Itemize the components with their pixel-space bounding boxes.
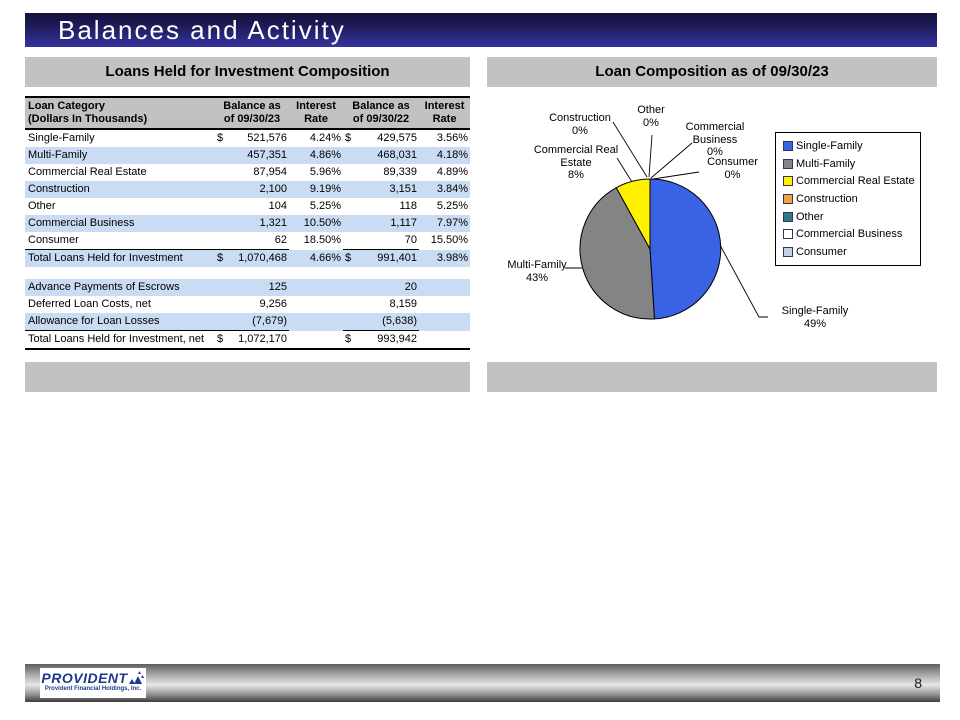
table-row: Multi-Family 457,351 4.86% 468,031 4.18% [25,147,471,164]
legend-item: Consumer [783,246,916,258]
table-row: Other 104 5.25% 118 5.25% [28,200,469,212]
legend-label: Other [796,210,824,223]
legend-item: Multi-Family [783,158,916,170]
pie-label-multi-family: Multi-Family 43% [507,259,567,284]
legend-item: Construction [783,193,916,205]
page-number: 8 [914,675,922,691]
legend-swatch [783,211,793,222]
col-header-balance-2022: Balance as of 09/30/22 [343,96,420,130]
pie-label-consumer: Consumer 0% [707,156,758,181]
pie-chart-area: Construction 0% Other 0% Commercial Busi… [487,88,937,362]
legend-item: Single-Family [783,140,916,152]
left-panel-bottom-bar [25,362,470,392]
legend-swatch [783,158,793,169]
loan-table-header: Loan Category (Dollars In Thousands) Bal… [25,96,471,130]
legend-label: Commercial Business [796,228,903,241]
legend-label: Commercial Real Estate [796,175,915,188]
table-row: Deferred Loan Costs, net 9,256 8,159 [28,298,418,310]
table-row: Commercial Business 1,321 10.50% 1,117 7.97% [25,215,471,232]
left-panel-header: Loans Held for Investment Composition [25,57,470,87]
footer-bar: PROVIDENT Provident Financial Holdings, … [25,664,940,702]
table-row: Total Loans Held for Investment $1,070,46… [25,249,471,267]
legend-label: Construction [796,192,858,205]
legend-swatch [783,247,793,258]
table-row: Single-Family $521,576 4.24% $429,575 3.56% [28,132,469,144]
pie-label-single-family: Single-Family 49% [781,305,849,330]
legend-label: Multi-Family [796,157,856,170]
slide-title: Balances and Activity [58,15,346,45]
table-row: Construction 2,100 9.19% 3,151 3.84% [25,181,471,198]
table-row: Consumer 62 18.50% 70 15.50% [25,232,470,250]
logo-text: PROVIDENT [41,669,128,686]
table-row: Commercial Real Estate 87,954 5.96% 89,339 4… [28,166,469,178]
right-panel-title: Loan Composition as of 09/30/23 [595,63,829,80]
table-row: Allowance for Loan Losses (7,679) (5,638) [25,313,471,331]
pie-label-commercial-business: Commercial Business 0% [685,121,745,158]
logo-mountain-icon [128,671,144,684]
slide-title-bar: Balances and Activity [25,13,937,47]
legend-label: Consumer [796,246,847,259]
col-header-rate-2022: Interest Rate [419,96,471,130]
pie-legend: Single-Family Multi-Family Commercial Real… [775,132,921,266]
slide: Balances and Activity Loans Held for Inv… [0,0,960,720]
pie-slice-single-family [649,178,722,320]
legend-item: Commercial Real Estate [783,175,916,187]
legend-swatch [783,140,793,151]
right-panel-header: Loan Composition as of 09/30/23 [487,57,937,87]
logo-tagline: Provident Financial Holdings, Inc. [44,686,142,692]
legend-item: Commercial Business [783,228,916,240]
col-header-balance-2023: Balance as of 09/30/23 [215,96,290,130]
legend-label: Single-Family [796,139,863,152]
col-header-rate-2023: Interest Rate [289,96,344,130]
col-header-category: Loan Category (Dollars In Thousands) [25,96,215,130]
table-row: Total Loans Held for Investment, net $1,0… [25,330,471,350]
legend-swatch [783,229,793,240]
right-panel-bottom-bar [487,362,937,392]
legend-swatch [783,193,793,204]
legend-item: Other [783,211,916,223]
pie-label-construction: Construction 0% [549,112,611,137]
loan-table: Loan Category (Dollars In Thousands) Bal… [25,96,471,350]
table-row: Advance Payments of Escrows 125 20 [25,279,471,296]
table-spacer-row [25,267,470,279]
left-panel-title: Loans Held for Investment Composition [105,63,390,80]
pie-label-commercial-real-estate: Commercial Real Estate 8% [533,144,619,181]
company-logo: PROVIDENT Provident Financial Holdings, … [40,668,146,698]
legend-swatch [783,176,793,187]
